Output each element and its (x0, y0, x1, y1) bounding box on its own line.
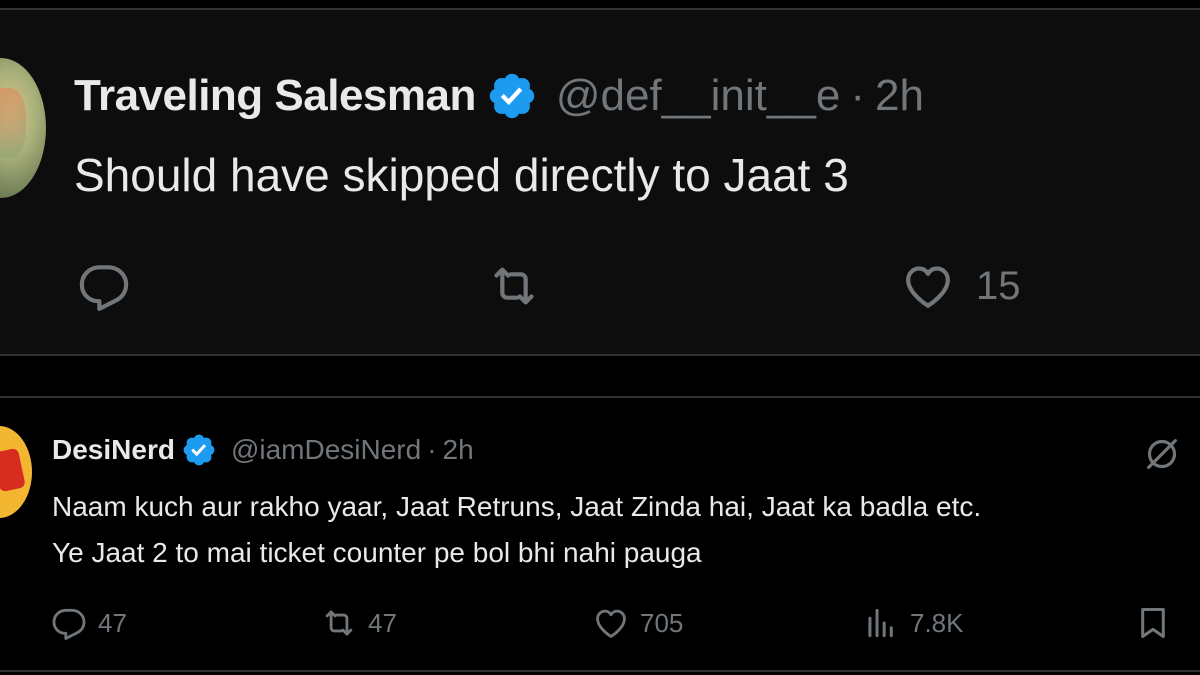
views-button[interactable]: 7.8K (862, 604, 964, 642)
tweet-header: Traveling Salesman @def__init__e · 2h (74, 70, 924, 122)
bookmark-button[interactable] (1134, 604, 1172, 642)
top-tweet[interactable]: Traveling Salesman @def__init__e · 2h Sh… (0, 8, 1200, 356)
avatar[interactable] (0, 58, 46, 198)
divider (0, 670, 1200, 672)
tweet-time[interactable]: 2h (875, 71, 924, 121)
author-handle[interactable]: @iamDesiNerd (231, 434, 421, 466)
tweet-text-line: Ye Jaat 2 to mai ticket counter pe bol b… (52, 537, 702, 568)
verified-badge-icon (183, 434, 215, 466)
tweet-text-line: Naam kuch aur rakho yaar, Jaat Retruns, … (52, 491, 982, 522)
like-count: 705 (640, 607, 684, 638)
reply-count: 47 (98, 607, 127, 638)
avatar[interactable] (0, 426, 32, 518)
like-button[interactable]: 705 (592, 604, 683, 642)
author-name[interactable]: DesiNerd (52, 434, 175, 466)
like-count: 15 (976, 263, 1021, 308)
screenshot-canvas: Traveling Salesman @def__init__e · 2h Sh… (0, 0, 1200, 675)
retweet-icon (494, 267, 534, 305)
bottom-tweet[interactable]: DesiNerd @iamDesiNerd · 2h Naam kuch aur… (0, 396, 1200, 670)
author-name[interactable]: Traveling Salesman (74, 71, 476, 121)
retweet-icon (325, 610, 353, 636)
reply-icon (52, 608, 86, 640)
view-count: 7.8K (910, 607, 964, 638)
separator-dot: · (850, 71, 865, 120)
tweet-text: Naam kuch aur rakho yaar, Jaat Retruns, … (52, 484, 981, 576)
views-icon (868, 608, 893, 638)
reply-button[interactable]: 47 (50, 604, 127, 642)
reply-icon (79, 265, 129, 311)
tweet-header: DesiNerd @iamDesiNerd · 2h (52, 432, 474, 468)
like-icon (906, 266, 950, 308)
retweet-count: 47 (368, 607, 397, 638)
reply-button[interactable] (76, 258, 132, 314)
verified-badge-icon (489, 73, 535, 119)
grok-icon[interactable] (1142, 434, 1182, 474)
like-icon (596, 609, 626, 638)
author-handle[interactable]: @def__init__e (556, 71, 840, 121)
retweet-button[interactable]: 47 (320, 604, 397, 642)
tweet-time[interactable]: 2h (443, 434, 474, 466)
tweet-text: Should have skipped directly to Jaat 3 (74, 149, 849, 201)
retweet-button[interactable] (486, 258, 542, 314)
like-button[interactable]: 15 (900, 258, 1021, 314)
separator-dot: · (427, 434, 437, 465)
bookmark-icon (1141, 608, 1165, 638)
